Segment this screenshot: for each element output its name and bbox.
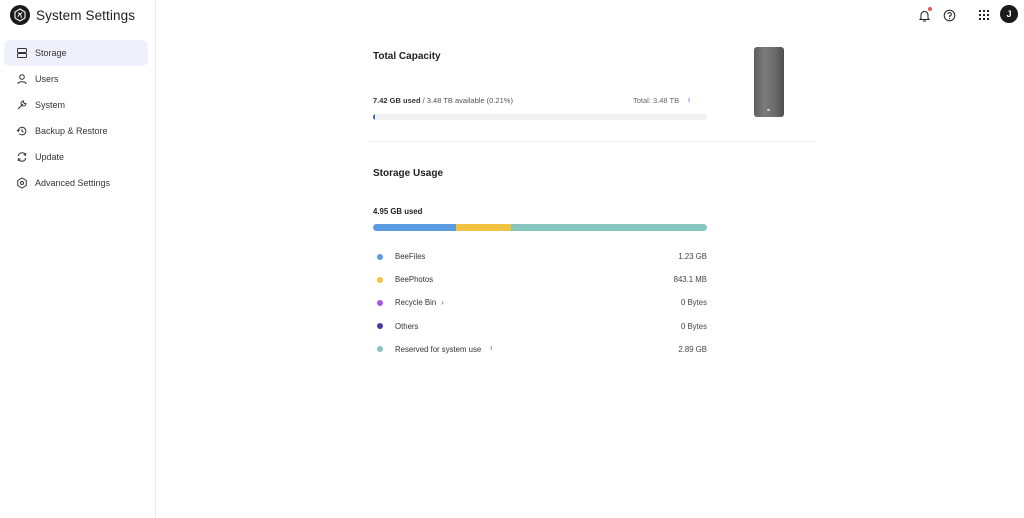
help-icon (943, 9, 955, 21)
capacity-used-text: 7.42 GB used / 3.48 TB available (0.21%) (373, 96, 513, 105)
device-image (754, 47, 784, 117)
legend-label: BeeFiles (395, 252, 426, 262)
sidebar-item-users[interactable]: Users (4, 66, 148, 92)
usage-used-value: 4.95 GB used (373, 207, 423, 216)
refresh-icon (16, 151, 28, 163)
sidebar-item-label: System (35, 100, 66, 110)
info-icon[interactable]: i (685, 97, 693, 105)
section-divider (368, 141, 816, 142)
legend-dot (377, 323, 383, 330)
help-button[interactable] (940, 6, 958, 24)
sidebar-item-label: Advanced Settings (35, 178, 111, 188)
legend-value: 2.89 GB (678, 344, 707, 354)
notification-button[interactable] (915, 6, 933, 24)
legend-item-beefiles: BeeFiles 1.23 GB (373, 245, 707, 268)
avatar[interactable]: J (1000, 5, 1018, 23)
capacity-progress-fill (373, 114, 375, 120)
notification-badge (928, 7, 932, 11)
legend-label: BeePhotos (395, 275, 434, 285)
legend-label: Others (395, 321, 419, 331)
usage-segment (455, 224, 512, 231)
capacity-total: Total: 3.48 TB i (633, 96, 693, 105)
legend-item-recycle-bin[interactable]: Recycle Bin › 0 Bytes (373, 291, 707, 314)
legend-item-others: Others 0 Bytes (373, 315, 707, 338)
sidebar-item-label: Backup & Restore (35, 126, 108, 136)
usage-segment (373, 224, 456, 231)
backup-icon (16, 125, 28, 137)
storage-icon (16, 47, 28, 59)
storage-usage-title: Storage Usage (373, 168, 444, 179)
app-logo-icon (10, 5, 30, 25)
apps-button[interactable] (975, 6, 993, 24)
sidebar: System Settings Storage Users System Bac… (0, 0, 156, 518)
legend-value: 1.23 GB (678, 252, 707, 262)
info-icon[interactable]: i (487, 345, 495, 353)
usage-legend: BeeFiles 1.23 GB BeePhotos 843.1 MB Recy… (373, 245, 707, 361)
user-icon (16, 73, 28, 85)
legend-item-reserved: Reserved for system use i 2.89 GB (373, 338, 707, 361)
legend-value: 0 Bytes (680, 321, 707, 331)
sidebar-item-system[interactable]: System (4, 92, 148, 118)
legend-dot (377, 276, 383, 283)
legend-dot (377, 346, 383, 353)
sidebar-item-backup-restore[interactable]: Backup & Restore (4, 118, 148, 144)
usage-stacked-bar (373, 224, 707, 231)
capacity-progress-bar (373, 114, 707, 120)
capacity-used-value: 7.42 GB used (373, 96, 421, 105)
wrench-icon (16, 99, 28, 111)
sidebar-item-advanced-settings[interactable]: Advanced Settings (4, 170, 148, 196)
app-brand: System Settings (10, 4, 135, 26)
sidebar-item-update[interactable]: Update (4, 144, 148, 170)
sidebar-item-label: Update (35, 152, 65, 162)
legend-label: Recycle Bin (395, 298, 437, 308)
total-capacity-title: Total Capacity (373, 51, 441, 62)
legend-dot (377, 253, 383, 260)
legend-label: Reserved for system use (395, 344, 482, 354)
legend-item-beephotos: BeePhotos 843.1 MB (373, 268, 707, 291)
advanced-gear-icon (16, 177, 28, 189)
legend-value: 0 Bytes (680, 298, 707, 308)
sidebar-nav: Storage Users System Backup & Restore Up… (4, 40, 148, 196)
sidebar-item-label: Storage (35, 48, 67, 58)
capacity-available-value: / 3.48 TB available (0.21%) (420, 96, 513, 105)
capacity-total-value: Total: 3.48 TB (633, 96, 680, 105)
apps-grid-icon (979, 10, 989, 20)
app-title: System Settings (36, 7, 136, 23)
sidebar-item-label: Users (35, 74, 59, 84)
sidebar-item-storage[interactable]: Storage (4, 40, 148, 66)
legend-value: 843.1 MB (673, 275, 707, 285)
usage-segment (511, 224, 707, 231)
legend-dot (377, 299, 383, 306)
chevron-right-icon: › (441, 298, 444, 308)
